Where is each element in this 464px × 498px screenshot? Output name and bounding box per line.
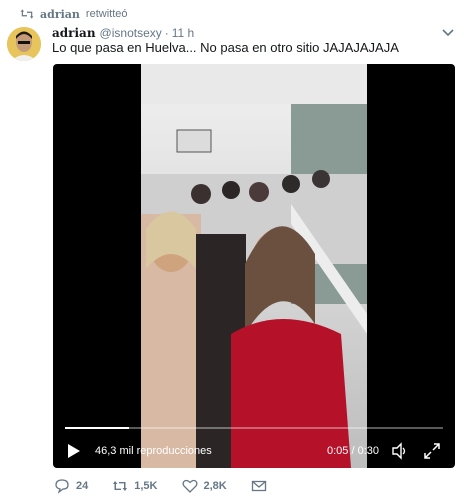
reply-icon — [55, 479, 69, 494]
video-time: 0:05 / 0:30 — [327, 445, 379, 457]
direct-message-button[interactable] — [251, 478, 267, 494]
video-player[interactable]: 46,3 mil reproducciones 0:05 / 0:30 — [53, 64, 455, 468]
retweet-count: 1,5K — [134, 480, 158, 492]
like-count: 2,8K — [203, 480, 227, 492]
retweet-icon — [113, 481, 128, 491]
volume-icon[interactable] — [391, 442, 409, 460]
tweet-actions: 24 1,5K 2,8K — [54, 478, 291, 494]
envelope-icon — [251, 480, 266, 492]
view-count: 46,3 mil reproducciones — [95, 445, 212, 457]
like-button[interactable]: 2,8K — [181, 478, 227, 494]
avatar-image — [7, 27, 41, 61]
video-frame — [141, 64, 367, 468]
separator: · — [164, 26, 169, 40]
retweeter-name[interactable]: adrian — [40, 8, 80, 21]
chevron-down-icon[interactable] — [442, 29, 454, 37]
avatar[interactable] — [7, 27, 41, 61]
retweet-icon — [20, 9, 34, 19]
timestamp[interactable]: 11 h — [172, 26, 194, 40]
retweet-context: adrian retwitteó — [20, 5, 128, 23]
author-handle[interactable]: @isnotsexy — [100, 26, 162, 40]
heart-icon — [181, 479, 198, 493]
reply-count: 24 — [76, 480, 89, 492]
play-icon[interactable] — [67, 443, 81, 459]
reply-button[interactable]: 24 — [54, 478, 88, 494]
progress-bar[interactable] — [65, 427, 443, 429]
retweet-label: retwitteó — [85, 8, 128, 20]
video-controls: 46,3 mil reproducciones 0:05 / 0:30 — [53, 434, 455, 468]
retweet-button[interactable]: 1,5K — [112, 478, 158, 494]
fullscreen-icon[interactable] — [423, 442, 441, 460]
tweet-text: Lo que pasa en Huelva... No pasa en otro… — [52, 40, 399, 55]
author-name[interactable]: adrian — [52, 26, 96, 40]
progress-fill — [65, 427, 130, 429]
